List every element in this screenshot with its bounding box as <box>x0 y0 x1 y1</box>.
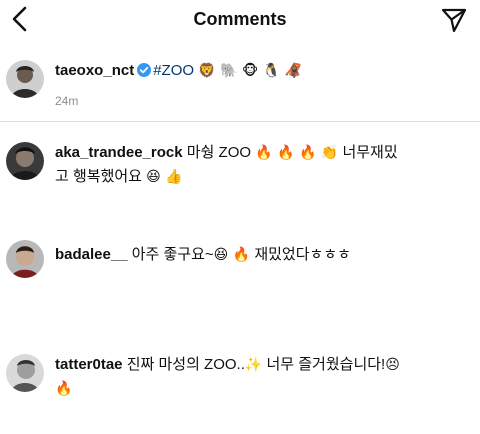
comment-body: 너무재밌 <box>342 144 398 161</box>
avatar-photo <box>6 240 44 278</box>
post-caption: taeoxo_nct #ZOO 🦁 🐘 🐵 🐧 🦧 24m <box>0 48 480 120</box>
avatar[interactable] <box>6 142 44 180</box>
comment-username[interactable]: aka_trandee_rock <box>55 144 183 161</box>
header: Comments <box>0 0 480 40</box>
comment-emojis: 🔥 <box>55 381 73 397</box>
comment-emojis: 😆 👍 <box>146 169 183 185</box>
avatar-photo <box>6 60 44 98</box>
comment-body: 고 행복했어요 <box>55 168 142 185</box>
comment-username[interactable]: badalee__ <box>55 246 128 263</box>
comment-body: 진짜 마성의 ZOO.. <box>126 356 245 373</box>
avatar[interactable] <box>6 60 44 98</box>
comment-body: 마쉉 ZOO <box>186 144 252 161</box>
comment-text: aka_trandee_rock 마쉉 ZOO 🔥 🔥 🔥 👏 너무재밌 고 행… <box>55 141 464 189</box>
avatar[interactable] <box>6 240 44 278</box>
comment-emojis: 😆 🔥 <box>213 247 251 263</box>
hashtag-link[interactable]: #ZOO <box>153 62 194 79</box>
comment-body: 아주 좋구요~ <box>131 246 214 263</box>
comment-username[interactable]: tatter0tae <box>55 356 123 373</box>
comment-text: tatter0tae 진짜 마성의 ZOO..✨ 너무 즐거웠습니다!😣 🔥 <box>55 353 464 401</box>
page-title: Comments <box>193 9 287 29</box>
animal-emojis: 🦁 🐘 🐵 🐧 🦧 <box>198 63 302 79</box>
verified-badge-icon <box>137 63 152 77</box>
timestamp: 24m <box>55 94 79 108</box>
avatar-photo <box>6 354 44 392</box>
comment-emojis: ✨ <box>244 357 263 373</box>
caption-username[interactable]: taeoxo_nct <box>55 62 134 79</box>
caption-text: taeoxo_nct #ZOO 🦁 🐘 🐵 🐧 🦧 <box>55 59 464 83</box>
divider <box>0 121 480 122</box>
comment-text: badalee__ 아주 좋구요~😆 🔥 재밌었다ㅎㅎㅎ <box>55 243 464 267</box>
avatar[interactable] <box>6 354 44 392</box>
comment-body: 너무 즐거웠습니다! <box>266 356 386 373</box>
paper-plane-icon <box>441 8 467 33</box>
comment-emojis: 😣 <box>385 357 400 373</box>
comment-emojis: 🔥 🔥 🔥 👏 <box>255 145 339 161</box>
avatar-photo <box>6 142 44 180</box>
comment-body: 재밌었다ㅎㅎㅎ <box>254 246 351 263</box>
send-button[interactable] <box>440 6 468 34</box>
